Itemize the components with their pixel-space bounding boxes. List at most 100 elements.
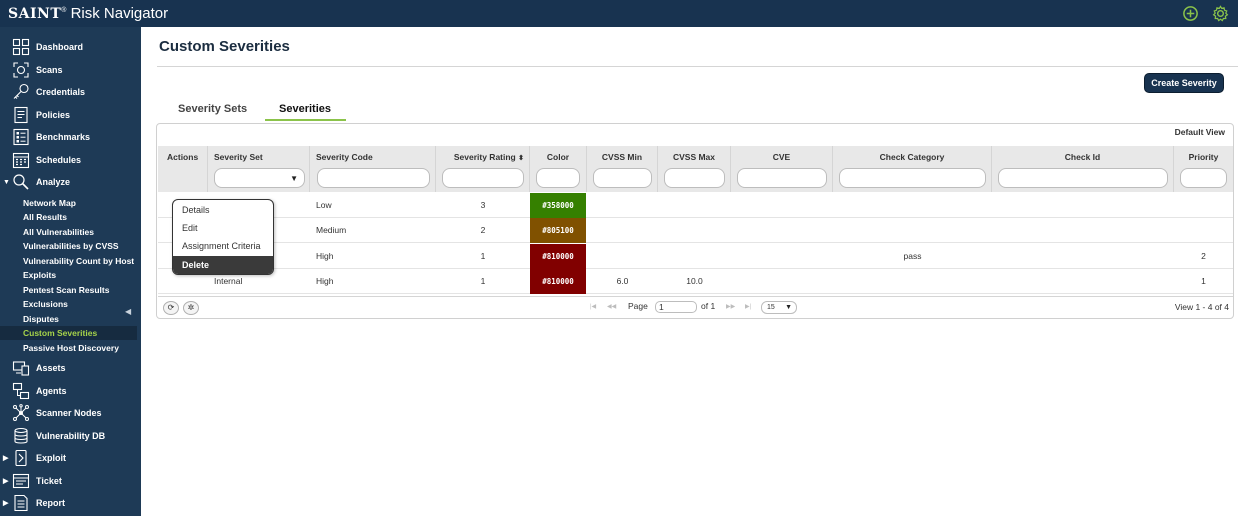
sidebar-subitem-exclusions[interactable]: Exclusions bbox=[0, 297, 137, 311]
assets-icon bbox=[12, 361, 30, 376]
sidebar-subitem-all-results[interactable]: All Results bbox=[0, 210, 137, 224]
column-header-color[interactable]: Color bbox=[530, 146, 587, 192]
check-category-filter-input[interactable] bbox=[839, 168, 986, 188]
plus-circle-icon[interactable] bbox=[1182, 5, 1199, 22]
view-count-label: View 1 - 4 of 4 bbox=[1174, 302, 1229, 312]
sidebar-item-report[interactable]: ▶ Report bbox=[0, 493, 141, 513]
sidebar-item-scanner-nodes[interactable]: Scanner Nodes bbox=[0, 403, 141, 423]
sidebar-subitem-pentest-scan-results[interactable]: Pentest Scan Results bbox=[0, 283, 137, 297]
sidebar-item-schedules[interactable]: Schedules bbox=[0, 150, 141, 170]
cell-cvss-min bbox=[587, 218, 658, 243]
table-row[interactable]: Medium 2 #805100 bbox=[158, 218, 1233, 243]
title-divider bbox=[157, 66, 1238, 67]
sidebar-item-analyze[interactable]: ▼ Analyze bbox=[0, 172, 141, 192]
cve-filter-input[interactable] bbox=[737, 168, 827, 188]
cvss-max-filter-input[interactable] bbox=[664, 168, 725, 188]
column-header-severity-code[interactable]: Severity Code bbox=[310, 146, 436, 192]
menu-item-assignment-criteria[interactable]: Assignment Criteria bbox=[173, 237, 273, 255]
prev-page-icon[interactable]: ◀◀ bbox=[607, 303, 616, 310]
sidebar-item-agents[interactable]: Agents bbox=[0, 381, 141, 401]
table-row[interactable]: High 1 #810000 pass 2 bbox=[158, 244, 1233, 269]
column-label: CVSS Max bbox=[672, 152, 716, 162]
cell-cvss-min bbox=[587, 244, 658, 269]
caret-right-icon: ▶ bbox=[3, 500, 9, 507]
severities-grid: Default View Actions Severity Set ▼ Seve… bbox=[156, 123, 1234, 319]
sidebar-item-scans[interactable]: Scans bbox=[0, 60, 141, 80]
cell-color: #805100 bbox=[530, 218, 586, 243]
column-header-cve[interactable]: CVE bbox=[731, 146, 833, 192]
caret-right-icon: ▶ bbox=[3, 478, 9, 485]
priority-filter-input[interactable] bbox=[1180, 168, 1227, 188]
menu-item-details[interactable]: Details bbox=[173, 201, 273, 219]
gear-icon[interactable] bbox=[1212, 5, 1229, 22]
cell-cvss-min bbox=[587, 193, 658, 218]
sidebar-item-assets[interactable]: Assets bbox=[0, 358, 141, 378]
sidebar-subitem-network-map[interactable]: Network Map bbox=[0, 196, 137, 210]
scan-icon bbox=[13, 62, 29, 78]
check-id-filter-input[interactable] bbox=[998, 168, 1168, 188]
sidebar-item-dashboard[interactable]: Dashboard bbox=[0, 37, 141, 57]
brand-mark: ® bbox=[61, 7, 67, 14]
column-header-check-id[interactable]: Check Id bbox=[992, 146, 1174, 192]
sidebar-subitem-all-vulnerabilities[interactable]: All Vulnerabilities bbox=[0, 225, 137, 239]
table-row[interactable]: Internal High 1 #810000 6.0 10.0 1 bbox=[158, 269, 1233, 294]
brand[interactable]: SAINT® Risk Navigator bbox=[8, 5, 168, 22]
sidebar-subitem-vulnerability-count-by-host[interactable]: Vulnerability Count by Host bbox=[0, 254, 137, 268]
page-label: Page bbox=[628, 301, 648, 311]
sidebar-item-label: Policies bbox=[36, 110, 71, 120]
column-label: CVE bbox=[772, 152, 791, 162]
tab-severity-sets[interactable]: Severity Sets bbox=[178, 103, 247, 121]
key-icon bbox=[13, 83, 29, 99]
page-number-input[interactable]: 1 bbox=[655, 301, 697, 313]
menu-item-delete[interactable]: Delete bbox=[173, 256, 273, 274]
cell-severity-code: Low bbox=[316, 200, 332, 210]
cell-priority: 2 bbox=[1201, 251, 1206, 261]
sidebar-item-policies[interactable]: Policies bbox=[0, 105, 141, 125]
cell-check-category bbox=[833, 193, 992, 218]
exploit-icon bbox=[15, 449, 27, 467]
severity-set-filter-select[interactable]: ▼ bbox=[214, 168, 305, 188]
sidebar-item-exploit[interactable]: ▶ Exploit bbox=[0, 448, 141, 468]
column-label: Check Category bbox=[879, 152, 945, 162]
collapse-sidebar-icon[interactable]: ◀ bbox=[125, 307, 131, 316]
cell-color: #358000 bbox=[530, 193, 586, 218]
column-header-check-category[interactable]: Check Category bbox=[833, 146, 992, 192]
sidebar-subitem-disputes[interactable]: Disputes bbox=[0, 312, 137, 326]
create-severity-button[interactable]: Create Severity bbox=[1144, 73, 1224, 93]
sort-icon[interactable]: ⬍ bbox=[518, 155, 524, 162]
benchmark-icon bbox=[13, 128, 29, 146]
color-filter-input[interactable] bbox=[536, 168, 580, 188]
cell-severity-rating: 1 bbox=[480, 251, 486, 261]
nodes-icon bbox=[13, 404, 29, 421]
sidebar-item-vulnerability-db[interactable]: Vulnerability DB bbox=[0, 426, 141, 446]
refresh-icon[interactable]: ⟳ bbox=[163, 301, 179, 315]
last-page-icon[interactable]: ▶| bbox=[745, 303, 751, 310]
severity-code-filter-input[interactable] bbox=[317, 168, 430, 188]
sidebar-item-benchmarks[interactable]: Benchmarks bbox=[0, 127, 141, 147]
column-header-cvss-min[interactable]: CVSS Min bbox=[587, 146, 658, 192]
sidebar-subitem-custom-severities[interactable]: Custom Severities bbox=[0, 326, 137, 340]
column-header-severity-set[interactable]: Severity Set ▼ bbox=[208, 146, 310, 192]
column-label: Actions bbox=[167, 152, 199, 162]
gear-icon[interactable]: ✲ bbox=[183, 301, 199, 315]
cell-cvss-max: 10.0 bbox=[686, 276, 703, 286]
first-page-icon[interactable]: |◀ bbox=[590, 303, 596, 310]
sidebar-subitem-vulnerabilities-by-cvss[interactable]: Vulnerabilities by CVSS bbox=[0, 239, 137, 253]
sidebar-item-label: Ticket bbox=[36, 476, 62, 486]
sidebar-subitem-passive-host-discovery[interactable]: Passive Host Discovery bbox=[0, 341, 137, 355]
next-page-icon[interactable]: ▶▶ bbox=[726, 303, 735, 310]
severity-rating-filter-input[interactable] bbox=[442, 168, 524, 188]
sidebar-item-credentials[interactable]: Credentials bbox=[0, 82, 141, 102]
sidebar-item-ticket[interactable]: ▶ Ticket bbox=[0, 471, 141, 491]
default-view-label[interactable]: Default View bbox=[1175, 127, 1225, 137]
page-size-select[interactable]: 15 ▼ bbox=[761, 301, 797, 314]
sidebar-subitem-exploits[interactable]: Exploits bbox=[0, 268, 137, 282]
column-header-cvss-max[interactable]: CVSS Max bbox=[658, 146, 731, 192]
column-header-priority[interactable]: Priority bbox=[1174, 146, 1233, 192]
menu-item-edit[interactable]: Edit bbox=[173, 219, 273, 237]
caret-right-icon: ▶ bbox=[3, 455, 9, 462]
cvss-min-filter-input[interactable] bbox=[593, 168, 652, 188]
column-header-severity-rating[interactable]: Severity Rating ⬍ bbox=[436, 146, 530, 192]
cell-color: #810000 bbox=[530, 269, 586, 294]
table-row[interactable]: Low 3 #358000 bbox=[158, 193, 1233, 218]
